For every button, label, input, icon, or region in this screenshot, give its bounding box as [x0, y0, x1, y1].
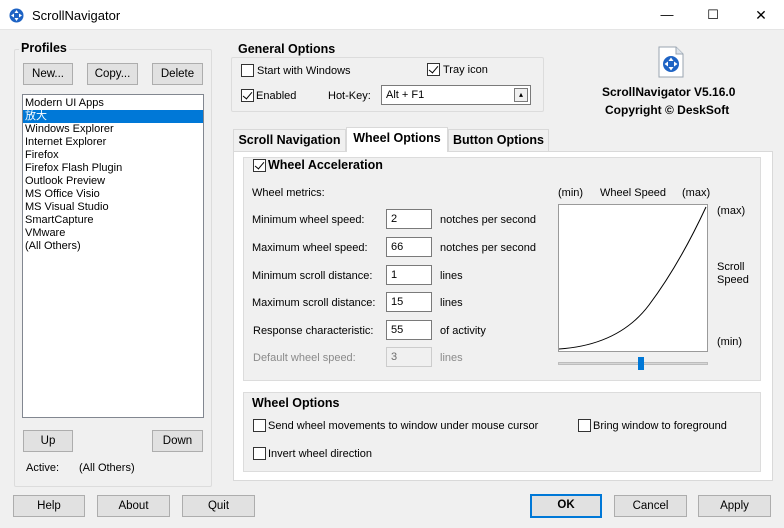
list-item[interactable]: Modern UI Apps — [23, 97, 203, 110]
ok-button[interactable]: OK — [530, 494, 602, 518]
start-with-windows-label: Start with Windows — [257, 65, 351, 77]
metric-label: Response characteristic: — [253, 325, 374, 337]
list-item[interactable]: Windows Explorer — [23, 123, 203, 136]
app-logo-icon — [658, 46, 684, 78]
speed-curve-line — [558, 206, 707, 350]
list-item[interactable]: MS Visual Studio — [23, 201, 203, 214]
wheel-options-title: Wheel Options — [252, 396, 340, 410]
active-label: Active: — [26, 462, 60, 474]
hotkey-dropdown-icon[interactable]: ▴ — [514, 88, 528, 102]
metric-label: Default wheel speed: — [253, 352, 356, 364]
version-text: ScrollNavigator V5.16.0 — [602, 85, 736, 99]
speed-curve-graph — [558, 204, 708, 352]
send-under-cursor-checkbox[interactable] — [253, 419, 266, 432]
app-icon — [9, 8, 24, 23]
metric-input[interactable]: 55 — [386, 320, 432, 340]
list-item[interactable]: Internet Explorer — [23, 136, 203, 149]
copy-profile-button[interactable]: Copy... — [87, 63, 138, 85]
enabled-label: Enabled — [256, 90, 297, 102]
maximize-button[interactable]: ☐ — [690, 0, 736, 30]
send-under-cursor-label: Send wheel movements to window under mou… — [268, 420, 539, 432]
metric-unit: of activity — [440, 325, 486, 337]
invert-wheel-label: Invert wheel direction — [268, 448, 372, 460]
graph-y-max: (max) — [717, 205, 746, 217]
close-button[interactable]: ✕ — [738, 0, 784, 30]
start-with-windows-checkbox[interactable] — [241, 64, 254, 77]
new-profile-button[interactable]: New... — [23, 63, 73, 85]
tab-wheel-options[interactable]: Wheel Options — [346, 127, 448, 152]
move-down-button[interactable]: Down — [152, 430, 203, 452]
metric-label: Maximum scroll distance: — [252, 297, 376, 309]
bring-to-foreground-checkbox[interactable] — [578, 419, 591, 432]
help-button[interactable]: Help — [13, 495, 85, 517]
cancel-button[interactable]: Cancel — [614, 495, 687, 517]
list-item[interactable]: MS Office Visio — [23, 188, 203, 201]
list-item[interactable]: VMware — [23, 227, 203, 240]
minimize-button[interactable]: — — [644, 0, 690, 30]
metric-unit: notches per second — [440, 242, 537, 254]
about-button[interactable]: About — [97, 495, 170, 517]
list-item[interactable]: Firefox Flash Plugin — [23, 162, 203, 175]
metric-input[interactable]: 1 — [386, 265, 432, 285]
metric-unit: lines — [440, 270, 463, 282]
metric-input[interactable]: 2 — [386, 209, 432, 229]
apply-button[interactable]: Apply — [698, 495, 771, 517]
list-item[interactable]: 放大 — [23, 110, 203, 123]
list-item[interactable]: SmartCapture — [23, 214, 203, 227]
hotkey-value: Alt + F1 — [386, 89, 425, 101]
tray-icon-checkbox[interactable] — [427, 63, 440, 76]
copyright-text: Copyright © DeskSoft — [605, 103, 730, 117]
hotkey-label: Hot-Key: — [328, 90, 371, 102]
graph-x-title: Wheel Speed — [600, 187, 667, 199]
quit-button[interactable]: Quit — [182, 495, 255, 517]
graph-y-min: (min) — [717, 336, 743, 348]
tray-icon-label: Tray icon — [443, 64, 488, 76]
delete-profile-button[interactable]: Delete — [152, 63, 203, 85]
enabled-checkbox[interactable] — [241, 89, 254, 102]
metric-unit: notches per second — [440, 214, 537, 226]
speed-curve-svg — [558, 206, 707, 350]
metric-label: Maximum wheel speed: — [252, 242, 368, 254]
metric-unit: lines — [440, 352, 463, 364]
general-options-title: General Options — [236, 42, 338, 56]
metric-input[interactable]: 66 — [386, 237, 432, 257]
profiles-list[interactable]: Modern UI Apps 放大 Windows Explorer Internet… — [22, 94, 204, 418]
metric-input[interactable]: 15 — [386, 292, 432, 312]
metric-unit: lines — [440, 297, 463, 309]
metric-label: Minimum wheel speed: — [252, 214, 365, 226]
response-slider-thumb[interactable] — [637, 357, 644, 370]
graph-x-max: (max) — [682, 187, 711, 199]
metric-input: 3 — [386, 347, 432, 367]
list-item[interactable]: Firefox — [23, 149, 203, 162]
list-item[interactable]: Outlook Preview — [23, 175, 203, 188]
tab-scroll-navigation[interactable]: Scroll Navigation — [233, 129, 346, 151]
graph-y-title-1: Scroll — [717, 261, 745, 273]
list-item[interactable]: (All Others) — [23, 240, 203, 253]
active-profile-value: (All Others) — [79, 462, 135, 474]
move-up-button[interactable]: Up — [23, 430, 73, 452]
title-bar: ScrollNavigator — ☐ ✕ — [0, 0, 784, 30]
wheel-acceleration-title: Wheel Acceleration — [268, 158, 383, 172]
hotkey-field[interactable]: Alt + F1 — [381, 85, 531, 105]
invert-wheel-checkbox[interactable] — [253, 447, 266, 460]
wheel-metrics-label: Wheel metrics: — [252, 187, 325, 199]
graph-x-min: (min) — [558, 187, 584, 199]
bring-to-foreground-label: Bring window to foreground — [593, 420, 727, 432]
response-slider-track[interactable] — [558, 362, 708, 365]
profiles-title: Profiles — [19, 41, 69, 55]
tab-button-options[interactable]: Button Options — [448, 129, 549, 151]
graph-y-title-2: Speed — [717, 274, 749, 286]
wheel-acceleration-checkbox[interactable] — [253, 159, 266, 172]
window-title: ScrollNavigator — [32, 8, 121, 23]
metric-label: Minimum scroll distance: — [252, 270, 373, 282]
